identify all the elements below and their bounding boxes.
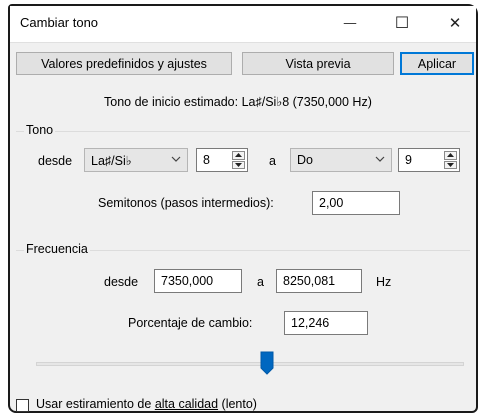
to-note-select[interactable]: Do [290, 148, 392, 172]
window-title: Cambiar tono [20, 15, 99, 30]
pitch-group-line [16, 131, 470, 132]
semitones-input[interactable]: 2,00 [312, 191, 400, 215]
chevron-down-icon [171, 156, 181, 162]
presets-button[interactable]: Valores predefinidos y ajustes [16, 52, 232, 75]
title-bar[interactable]: Cambiar tono — ☐ ✕ [10, 6, 476, 43]
high-quality-label[interactable]: Usar estiramiento de alta calidad (lento… [36, 397, 257, 411]
close-button[interactable]: ✕ [440, 12, 470, 34]
to-octave-stepper[interactable]: 9 [398, 148, 460, 172]
high-quality-suffix: (lento) [218, 397, 257, 411]
high-quality-prefix: Usar estiramiento de [36, 397, 155, 411]
high-quality-underlined: alta calidad [154, 397, 219, 411]
preview-button-label: Vista previa [285, 56, 351, 71]
semitones-value: 2,00 [319, 196, 344, 210]
maximize-icon: ☐ [394, 15, 410, 32]
from-octave-value: 8 [203, 153, 210, 167]
percent-slider-track[interactable] [36, 362, 464, 366]
preview-button[interactable]: Vista previa [242, 52, 394, 75]
frequency-unit: Hz [376, 275, 392, 289]
frequency-from-input[interactable]: 7350,000 [154, 269, 242, 293]
apply-button[interactable]: Aplicar [400, 52, 474, 75]
percent-change-label: Porcentaje de cambio: [128, 316, 253, 330]
spin-down-icon[interactable] [444, 160, 457, 169]
apply-button-label: Aplicar [417, 56, 457, 71]
frequency-to-label: a [257, 275, 264, 289]
frequency-group-label: Frecuencia [24, 242, 90, 256]
frequency-to-value: 8250,081 [283, 274, 336, 288]
from-octave-stepper[interactable]: 8 [196, 148, 248, 172]
from-note-select[interactable]: La♯/Si♭ [84, 148, 188, 172]
percent-change-input[interactable]: 12,246 [284, 311, 368, 335]
spin-up-icon[interactable] [232, 151, 245, 160]
estimated-start-pitch: Tono de inicio estimado: La♯/Si♭8 (7350,… [104, 95, 372, 109]
high-quality-checkbox[interactable] [16, 399, 29, 412]
pitch-group-label: Tono [24, 123, 56, 137]
percent-slider-thumb[interactable] [260, 351, 274, 375]
minimize-button[interactable]: — [335, 12, 365, 34]
spin-up-icon[interactable] [444, 151, 457, 160]
pitch-from-label: desde [38, 154, 73, 168]
frequency-to-input[interactable]: 8250,081 [276, 269, 362, 293]
pitch-to-label: a [269, 154, 276, 168]
spin-down-icon[interactable] [232, 160, 245, 169]
presets-button-label: Valores predefinidos y ajustes [41, 56, 207, 71]
semitones-label: Semitonos (pasos intermedios): [98, 196, 274, 210]
to-note-value: Do [297, 153, 313, 167]
to-octave-value: 9 [405, 153, 412, 167]
minimize-icon: — [343, 16, 357, 30]
chevron-down-icon [375, 156, 385, 162]
frequency-from-label: desde [104, 275, 139, 289]
dialog-window: Cambiar tono — ☐ ✕ Valores predefinidos … [8, 4, 478, 413]
frequency-from-value: 7350,000 [161, 274, 214, 288]
from-note-value: La♯/Si♭ [91, 154, 132, 168]
percent-change-value: 12,246 [291, 316, 330, 330]
close-icon: ✕ [448, 15, 462, 32]
maximize-button[interactable]: ☐ [387, 12, 417, 34]
